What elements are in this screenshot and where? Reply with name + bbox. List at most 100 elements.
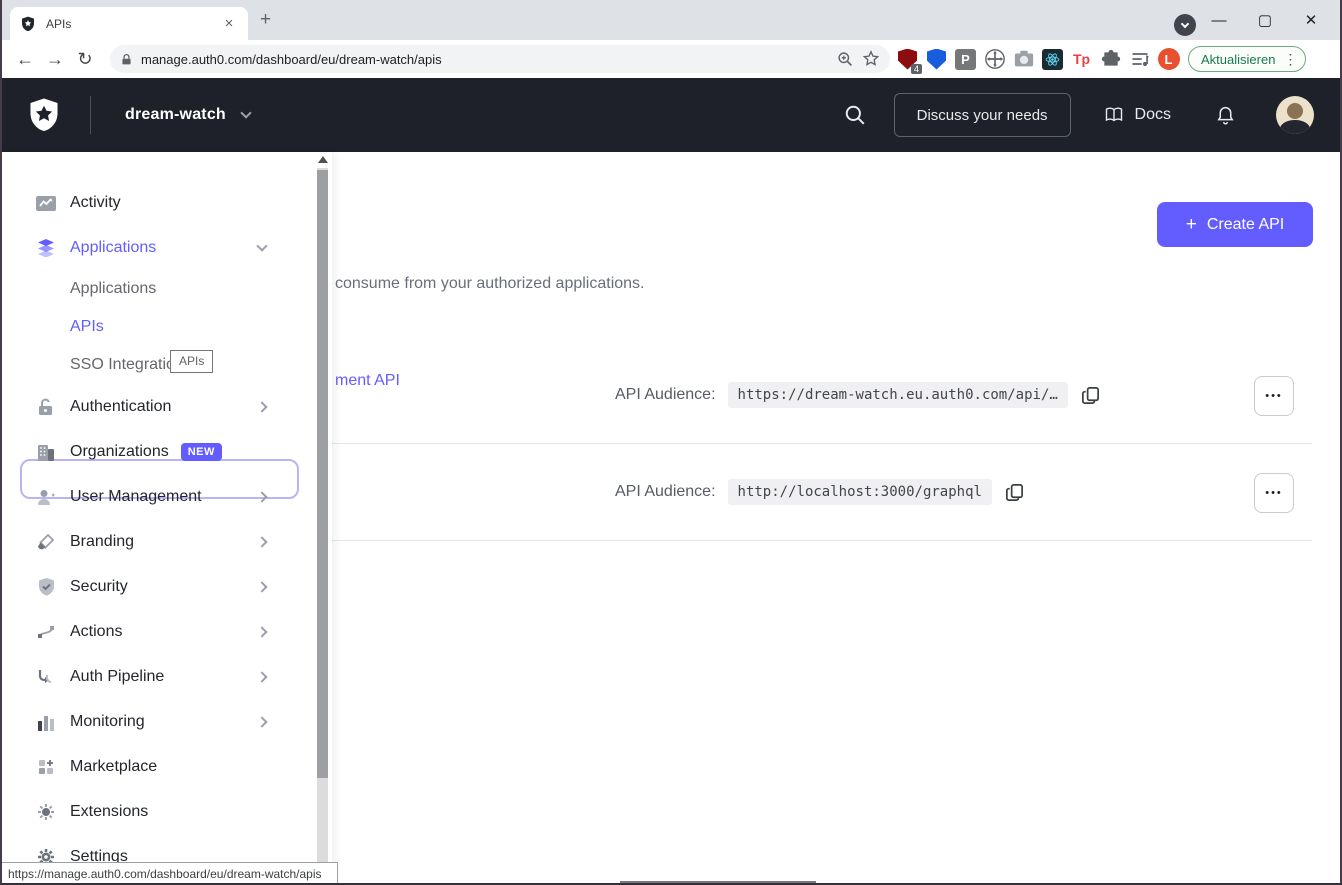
copy-icon[interactable] xyxy=(1080,385,1101,406)
book-icon xyxy=(1103,105,1125,125)
auth-pipeline-icon xyxy=(36,669,56,686)
extensions-icon xyxy=(36,803,56,821)
tampermonkey-extension-icon[interactable]: Tp xyxy=(1070,48,1093,71)
audience-label: API Audience: xyxy=(615,483,716,501)
apis-tooltip: APIs xyxy=(170,350,213,373)
user-avatar[interactable] xyxy=(1276,96,1314,134)
page-description: consume from your authorized application… xyxy=(335,275,645,293)
browser-window: APIs × + — ▢ ✕ ← → ↻ manage.auth0.com/da… xyxy=(0,0,1342,885)
chevron-down-icon xyxy=(256,240,267,251)
more-actions-button[interactable]: ••• xyxy=(1254,473,1294,513)
status-bar: https://manage.auth0.com/dashboard/eu/dr… xyxy=(2,862,338,885)
audience-value: http://localhost:3000/graphql xyxy=(728,479,992,505)
marketplace-icon xyxy=(36,759,56,776)
copy-icon[interactable] xyxy=(1004,482,1025,503)
discuss-needs-button[interactable]: Discuss your needs xyxy=(894,93,1071,137)
actions-icon xyxy=(36,624,56,640)
create-api-button[interactable]: + Create API xyxy=(1157,202,1313,247)
lock-icon xyxy=(120,53,133,66)
p-extension-icon[interactable]: P xyxy=(954,48,977,71)
camera-extension-icon[interactable] xyxy=(1012,48,1035,71)
maximize-button[interactable]: ▢ xyxy=(1242,11,1288,29)
sidebar-item-actions[interactable]: Actions xyxy=(2,617,314,647)
window-controls: — ▢ ✕ xyxy=(1196,0,1334,40)
bitwarden-extension-icon[interactable] xyxy=(925,48,948,71)
audience-label: API Audience: xyxy=(615,386,716,404)
address-bar[interactable]: manage.auth0.com/dashboard/eu/dream-watc… xyxy=(110,45,890,73)
minimize-button[interactable]: — xyxy=(1196,12,1242,29)
profile-avatar[interactable]: L xyxy=(1157,48,1180,71)
tenant-name[interactable]: dream-watch xyxy=(125,106,226,124)
sidebar-item-monitoring[interactable]: Monitoring xyxy=(2,707,314,737)
monitoring-icon xyxy=(36,714,56,731)
tab-search-button[interactable] xyxy=(1174,14,1196,36)
ublock-extension-icon[interactable]: 4 xyxy=(896,48,919,71)
more-actions-button[interactable]: ••• xyxy=(1254,376,1294,416)
create-api-label: Create API xyxy=(1207,216,1284,234)
clipped-footer-text xyxy=(620,881,816,884)
sidebar-item-security[interactable]: Security xyxy=(2,572,314,602)
api-audience-row: API Audience: http://localhost:3000/grap… xyxy=(615,479,1025,505)
browser-tab[interactable]: APIs × xyxy=(10,7,248,40)
ublock-badge: 4 xyxy=(911,64,922,74)
sidebar-item-marketplace[interactable]: Marketplace xyxy=(2,752,314,782)
chevron-right-icon xyxy=(256,536,267,547)
chrome-update-button[interactable]: Aktualisieren ⋮ xyxy=(1188,46,1306,72)
sidebar-scrollbar[interactable] xyxy=(315,152,331,885)
sidebar: Activity Applications Applications APIs … xyxy=(2,152,332,885)
auth0-logo-icon[interactable] xyxy=(26,96,62,134)
tab-title: APIs xyxy=(46,17,210,31)
bell-icon[interactable] xyxy=(1215,104,1236,127)
nav-divider xyxy=(90,96,91,134)
organizations-icon xyxy=(36,444,56,461)
media-controls-icon[interactable] xyxy=(1128,48,1151,71)
search-icon[interactable] xyxy=(844,104,866,126)
lock-icon xyxy=(36,398,56,416)
zoom-icon[interactable] xyxy=(837,51,854,68)
chevron-right-icon xyxy=(256,491,267,502)
update-label: Aktualisieren xyxy=(1201,52,1275,67)
row-divider xyxy=(332,540,1312,541)
sidebar-item-auth-pipeline[interactable]: Auth Pipeline xyxy=(2,662,314,692)
close-button[interactable]: ✕ xyxy=(1288,11,1334,29)
auth0-favicon-icon xyxy=(20,16,36,32)
extensions-puzzle-icon[interactable] xyxy=(1099,48,1122,71)
scrollbar-up-arrow[interactable] xyxy=(318,156,328,163)
bookmark-star-icon[interactable] xyxy=(862,50,880,68)
status-url: https://manage.auth0.com/dashboard/eu/dr… xyxy=(8,867,322,881)
sidebar-item-authentication[interactable]: Authentication xyxy=(2,392,314,422)
back-button[interactable]: ← xyxy=(10,49,40,70)
row-divider xyxy=(332,443,1312,444)
sidebar-item-user-management[interactable]: User Management xyxy=(2,482,314,512)
user-management-icon xyxy=(36,489,56,506)
api-name-link[interactable]: ment API xyxy=(335,372,400,390)
sidebar-item-organizations[interactable]: Organizations NEW xyxy=(2,437,314,467)
sidebar-item-activity[interactable]: Activity xyxy=(2,188,314,218)
branding-icon xyxy=(36,533,56,551)
sidebar-item-sso-integrations[interactable]: SSO Integrations xyxy=(2,350,314,380)
sidebar-item-applications[interactable]: Applications xyxy=(2,233,314,263)
new-badge: NEW xyxy=(181,443,222,461)
forward-button[interactable]: → xyxy=(40,49,70,70)
react-devtools-extension-icon[interactable] xyxy=(1041,48,1064,71)
chevron-right-icon xyxy=(256,626,267,637)
scrollbar-thumb[interactable] xyxy=(317,170,328,778)
chevron-right-icon xyxy=(256,401,267,412)
api-audience-row: API Audience: https://dream-watch.eu.aut… xyxy=(615,382,1101,408)
move-crosshair-extension-icon[interactable] xyxy=(983,48,1006,71)
security-shield-icon xyxy=(36,578,56,596)
docs-label: Docs xyxy=(1135,106,1171,124)
chevron-down-icon xyxy=(1181,19,1189,27)
sidebar-item-apis[interactable]: APIs xyxy=(2,312,314,342)
tab-close-icon[interactable]: × xyxy=(220,15,238,33)
new-tab-button[interactable]: + xyxy=(260,13,271,27)
sidebar-item-applications-sub[interactable]: Applications xyxy=(2,274,314,304)
reload-button[interactable]: ↻ xyxy=(70,49,100,70)
sidebar-item-extensions[interactable]: Extensions xyxy=(2,797,314,827)
browser-menu-icon[interactable]: ⋮ xyxy=(1279,51,1301,68)
chevron-right-icon xyxy=(256,671,267,682)
sidebar-item-branding[interactable]: Branding xyxy=(2,527,314,557)
chevron-right-icon xyxy=(256,716,267,727)
docs-link[interactable]: Docs xyxy=(1103,105,1171,125)
tenant-chevron-down-icon[interactable] xyxy=(240,107,251,118)
